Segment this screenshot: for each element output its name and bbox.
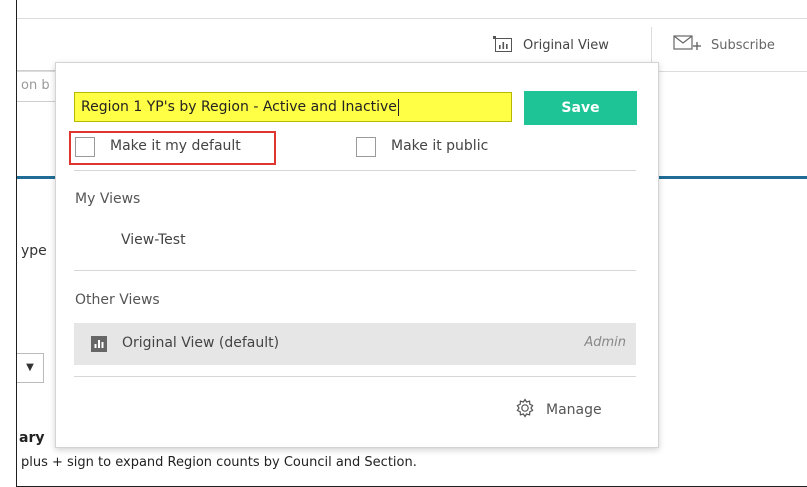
chart-badge-icon <box>91 336 107 352</box>
custom-views-popup: Region 1 YP's by Region - Active and Ina… <box>55 62 659 448</box>
other-view-owner: Admin <box>584 335 626 350</box>
background-summary-heading: ary <box>19 430 45 446</box>
manage-label: Manage <box>546 402 602 418</box>
background-dropdown[interactable]: ▼ <box>17 353 44 383</box>
background-help-text: plus + sign to expand Region counts by C… <box>21 455 417 470</box>
subscribe-button[interactable]: Subscribe <box>673 31 775 59</box>
divider <box>74 376 636 377</box>
mail-plus-icon <box>673 34 703 56</box>
save-button[interactable]: Save <box>524 91 637 125</box>
other-views-title: Other Views <box>75 292 160 308</box>
text-caret <box>397 98 399 116</box>
make-default-label: Make it my default <box>110 138 241 154</box>
toolbar-divider <box>651 27 652 63</box>
chevron-down-icon: ▼ <box>26 362 34 373</box>
original-view-button[interactable]: Original View <box>493 31 609 59</box>
other-view-label: Original View (default) <box>122 335 280 351</box>
my-views-title: My Views <box>75 191 141 207</box>
manage-button[interactable]: Manage <box>514 397 602 423</box>
make-public-checkbox[interactable] <box>356 137 376 157</box>
original-view-label: Original View <box>523 37 609 53</box>
view-name-input[interactable]: Region 1 YP's by Region - Active and Ina… <box>74 92 512 122</box>
gear-icon <box>514 397 536 423</box>
subscribe-label: Subscribe <box>711 37 775 53</box>
make-public-label: Make it public <box>391 138 489 154</box>
other-view-item[interactable]: Original View (default) Admin <box>74 323 636 365</box>
app-frame: Original View Subscribe on b ype ▼ ary p… <box>16 0 807 487</box>
make-default-checkbox[interactable] <box>75 137 95 157</box>
view-name-value: Region 1 YP's by Region - Active and Ina… <box>81 99 397 115</box>
background-type-label: ype <box>21 243 47 259</box>
background-search-text: on b <box>21 78 50 93</box>
my-view-item[interactable]: View-Test <box>121 232 186 248</box>
chart-icon <box>493 36 515 54</box>
divider <box>74 270 636 271</box>
divider <box>74 170 636 171</box>
